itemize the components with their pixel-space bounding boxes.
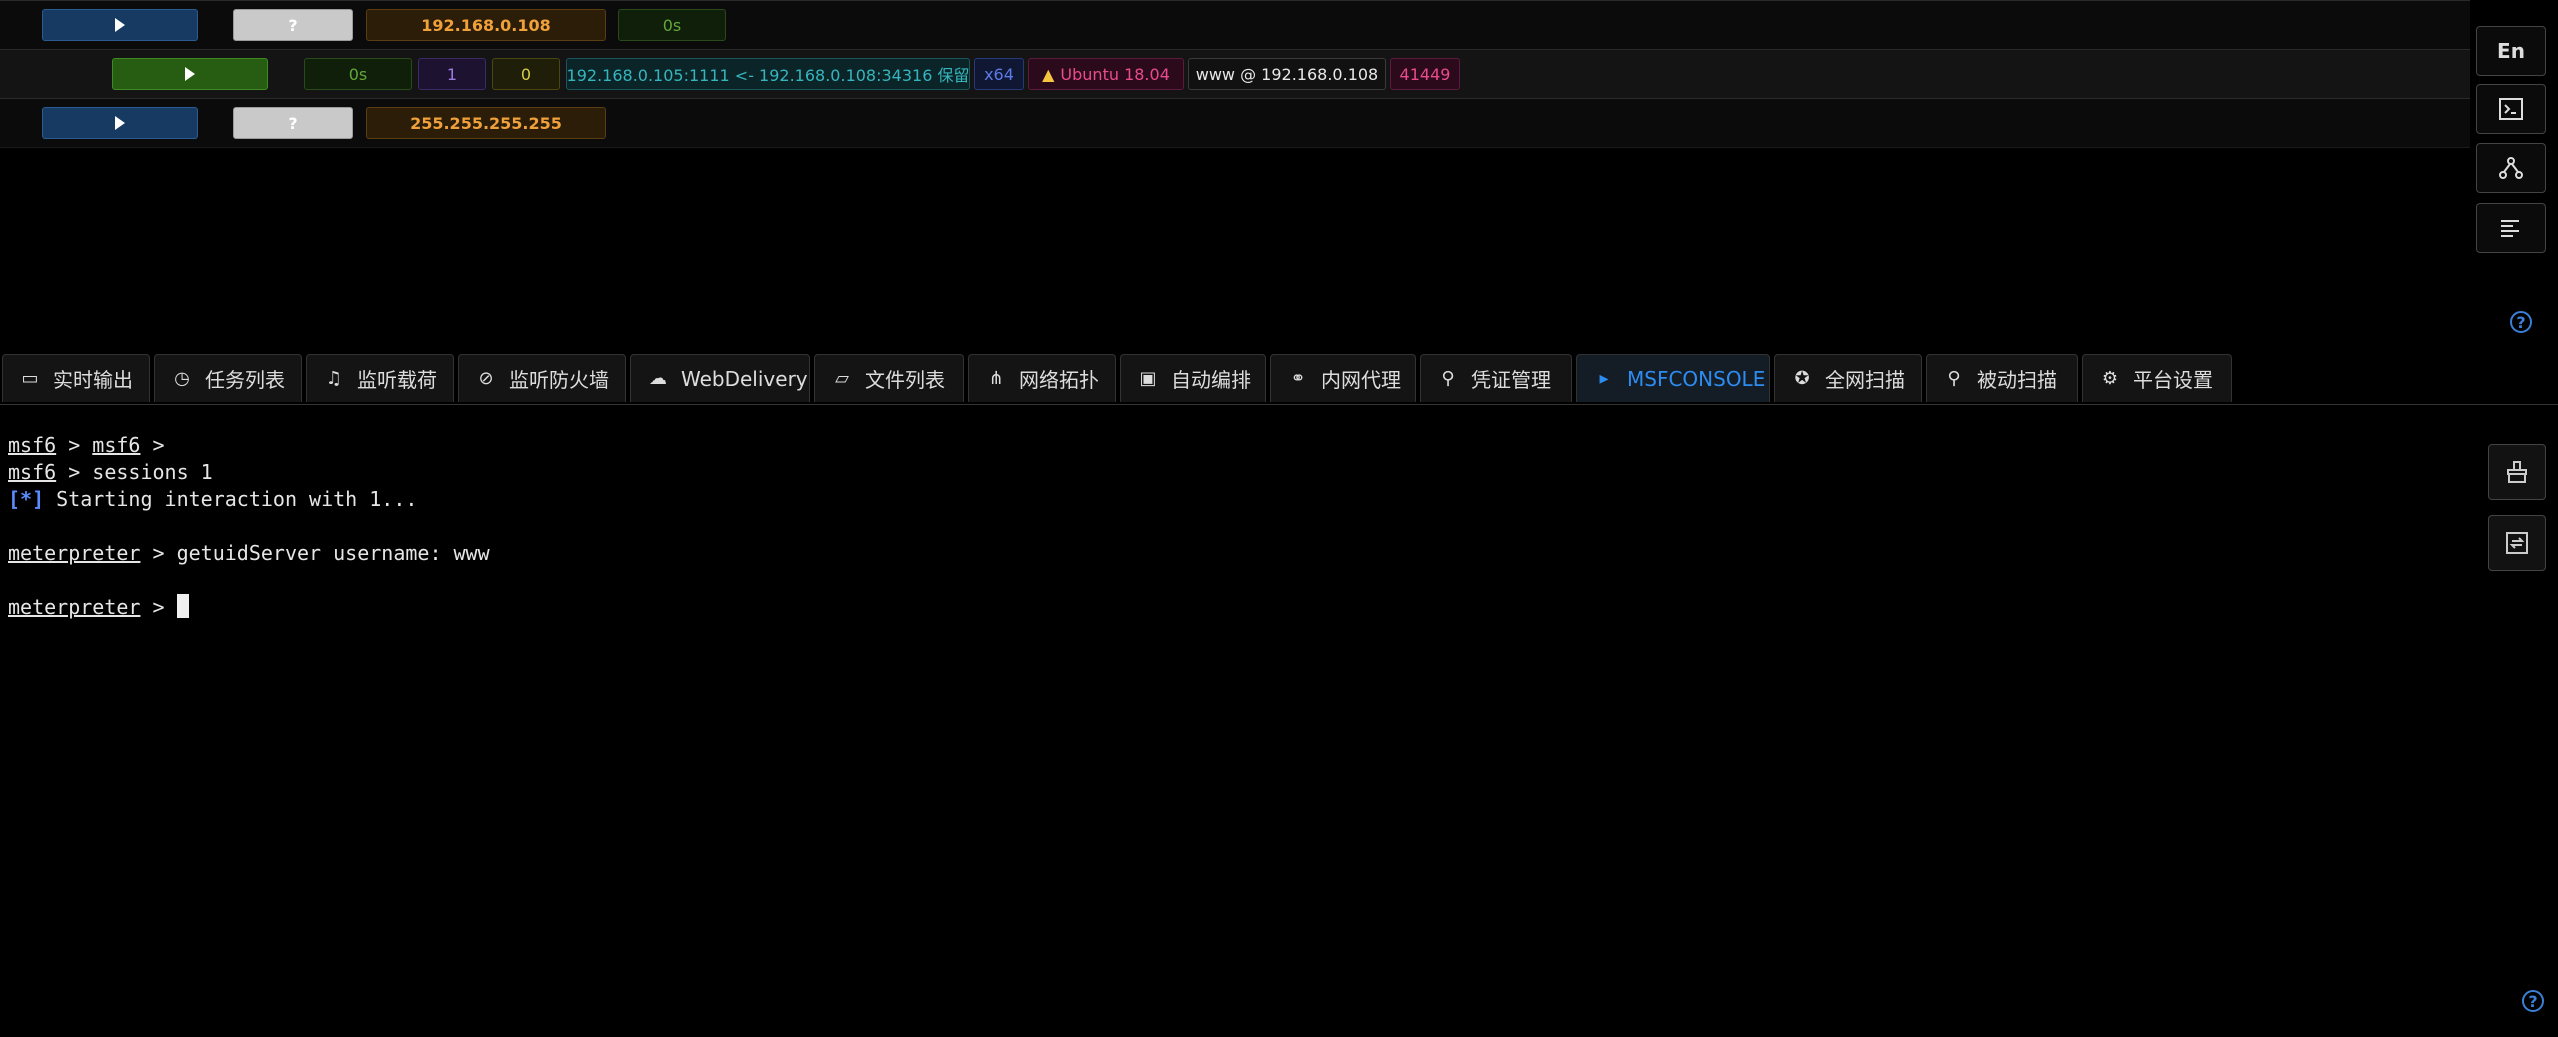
tab-label: 自动编排 [1171, 368, 1251, 392]
folder-icon: ▱ [835, 368, 849, 389]
network-icon [2499, 157, 2523, 179]
tab-platform-settings[interactable]: ⚙ 平台设置 [2082, 354, 2232, 402]
display-icon: ▭ [21, 368, 39, 389]
terminal-icon: ▸ [1599, 368, 1609, 389]
tab-full-network-scan[interactable]: ✪ 全网扫描 [1774, 354, 1922, 402]
host-ip[interactable]: 192.168.0.108 [366, 9, 606, 41]
tab-listen-firewall[interactable]: ⊘ 监听防火墙 [458, 354, 626, 402]
session-time: 0s [304, 58, 412, 90]
proxy-icon: ⚭ [1290, 368, 1306, 389]
open-session-button[interactable] [42, 107, 198, 139]
stop-icon: ⊘ [478, 368, 494, 389]
session-id: 1 [418, 58, 486, 90]
unknown-badge: ? [233, 9, 353, 41]
tab-network-topology[interactable]: ⋔ 网络拓扑 [968, 354, 1116, 402]
session-os-label: Ubuntu 18.04 [1060, 64, 1170, 84]
unknown-badge: ? [233, 107, 353, 139]
play-icon [115, 116, 125, 130]
tab-listen-payload[interactable]: ♫ 监听载荷 [306, 354, 454, 402]
console-line: msf6 > msf6 > [8, 433, 165, 457]
tab-msfconsole[interactable]: ▸ MSFCONSOLE [1576, 354, 1770, 402]
clock-icon: ◷ [174, 368, 190, 389]
session-user: www @ 192.168.0.108 [1188, 58, 1386, 90]
language-button[interactable]: En [2476, 26, 2546, 76]
search-icon: ⚲ [1947, 368, 1961, 389]
robot-icon: ▣ [1139, 368, 1157, 389]
tab-label: 网络拓扑 [1019, 368, 1099, 392]
radar-icon: ✪ [1794, 368, 1810, 389]
console-line: meterpreter > getuidServer username: www [8, 541, 490, 565]
menu-button[interactable] [2476, 203, 2546, 253]
session-connection: 192.168.0.105:1111 <- 192.168.0.108:3431… [566, 58, 970, 90]
key-icon: ⚲ [1441, 368, 1455, 389]
tab-passive-scan[interactable]: ⚲ 被动扫描 [1926, 354, 2078, 402]
broom-icon [2507, 461, 2527, 483]
session-pid: 41449 [1390, 58, 1460, 90]
tab-task-list[interactable]: ◷ 任务列表 [154, 354, 302, 402]
open-session-button[interactable] [112, 58, 268, 90]
session-os: ▲ Ubuntu 18.04 [1028, 58, 1184, 90]
session-count: 0 [492, 58, 560, 90]
linux-icon: ▲ [1042, 64, 1055, 84]
last-seen: 0s [618, 9, 726, 41]
network-icon: ⋔ [988, 368, 1004, 389]
gear-icon: ⚙ [2101, 368, 2119, 389]
tab-auto-orchestration[interactable]: ▣ 自动编排 [1120, 354, 1266, 402]
clear-console-button[interactable] [2488, 444, 2546, 500]
tab-label: 凭证管理 [1471, 368, 1551, 392]
tab-label: MSFCONSOLE [1627, 366, 1766, 391]
console-line: [*] Starting interaction with 1... [8, 487, 418, 511]
session-row: 0s 1 0 192.168.0.105:1111 <- 192.168.0.1… [0, 49, 2470, 99]
play-icon [185, 67, 195, 81]
tab-label: 任务列表 [205, 368, 285, 392]
tab-label: 文件列表 [865, 368, 945, 392]
refresh-console-button[interactable] [2488, 515, 2546, 571]
tab-label: 平台设置 [2133, 368, 2213, 392]
tab-realtime-output[interactable]: ▭ 实时输出 [2, 354, 150, 402]
tab-label: 被动扫描 [1977, 368, 2057, 392]
tab-webdelivery[interactable]: ☁ WebDelivery [630, 354, 810, 402]
tab-label: 内网代理 [1321, 368, 1401, 392]
help-icon[interactable]: ? [2522, 990, 2544, 1012]
play-icon [115, 18, 125, 32]
terminal-button[interactable] [2476, 84, 2546, 134]
align-left-icon [2501, 220, 2519, 237]
refresh-icon [2506, 532, 2528, 554]
console-line: msf6 > sessions 1 [8, 460, 213, 484]
cloud-icon: ☁ [649, 368, 667, 389]
console-prompt-line[interactable]: meterpreter > [8, 594, 2458, 621]
terminal-icon [2499, 98, 2523, 120]
tab-label: 监听载荷 [357, 368, 437, 392]
text-cursor [176, 594, 189, 618]
tab-label: WebDelivery [681, 366, 808, 391]
session-arch: x64 [974, 58, 1024, 90]
tab-label: 全网扫描 [1825, 368, 1905, 392]
headphones-icon: ♫ [325, 368, 343, 389]
open-session-button[interactable] [42, 9, 198, 41]
tab-credential-management[interactable]: ⚲ 凭证管理 [1420, 354, 1572, 402]
host-ip[interactable]: 255.255.255.255 [366, 107, 606, 139]
tab-bar: ▭ 实时输出 ◷ 任务列表 ♫ 监听载荷 ⊘ 监听防火墙 ☁ WebDelivery ▱ 文… [0, 352, 2558, 405]
tab-label: 监听防火墙 [509, 368, 609, 392]
host-row: ? 255.255.255.255 [0, 98, 2470, 148]
network-button[interactable] [2476, 143, 2546, 193]
help-icon[interactable]: ? [2510, 311, 2532, 333]
tab-label: 实时输出 [53, 368, 133, 392]
tab-intranet-proxy[interactable]: ⚭ 内网代理 [1270, 354, 1416, 402]
tab-file-list[interactable]: ▱ 文件列表 [814, 354, 964, 402]
msf-console[interactable]: msf6 > msf6 > msf6 > sessions 1 [*] Star… [8, 432, 2458, 1012]
host-row: ? 192.168.0.108 0s [0, 0, 2470, 50]
